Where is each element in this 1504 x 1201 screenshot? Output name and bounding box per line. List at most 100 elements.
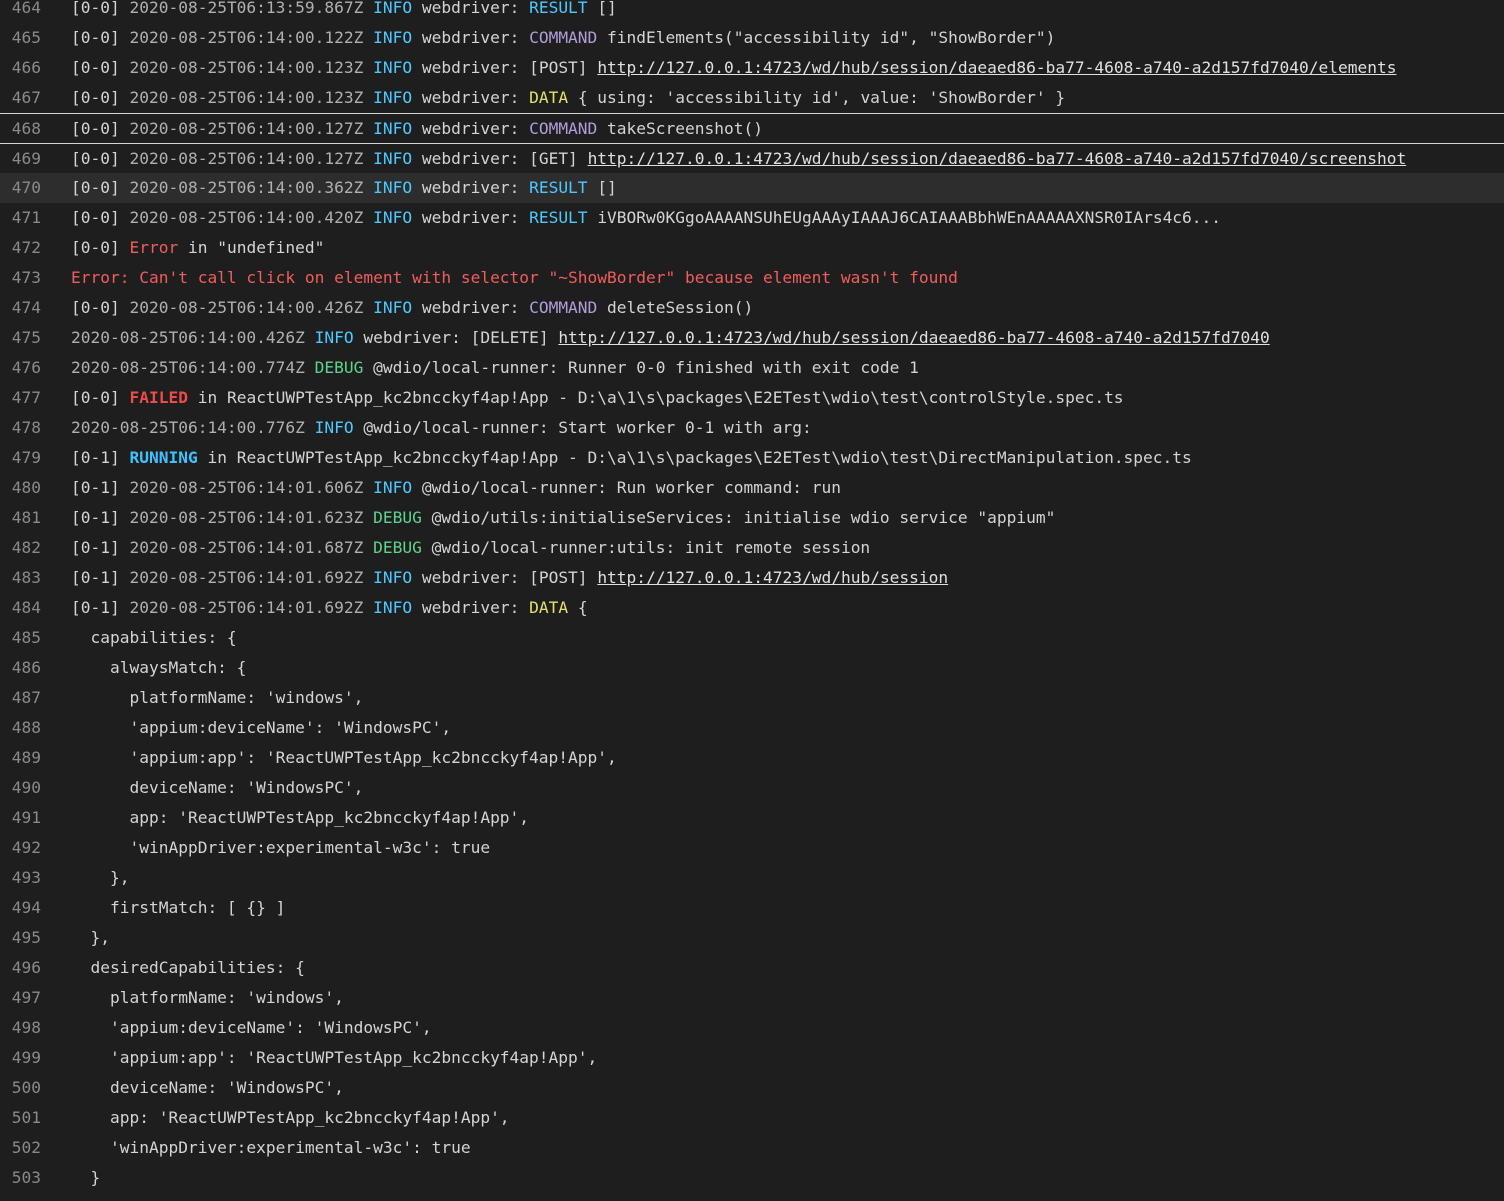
log-line[interactable]: 474 [0-0] 2020-08-25T06:14:00.426Z INFO w… <box>0 293 1504 323</box>
line-number[interactable]: 470 <box>0 173 41 203</box>
line-number[interactable]: 478 <box>0 413 41 443</box>
line-number[interactable]: 494 <box>0 893 41 923</box>
log-token-info: INFO <box>373 0 422 17</box>
line-number[interactable]: 491 <box>0 803 41 833</box>
line-number[interactable]: 472 <box>0 233 41 263</box>
log-line[interactable]: 470 [0-0] 2020-08-25T06:14:00.362Z INFO w… <box>0 173 1504 203</box>
log-line[interactable]: 487 platformName: 'windows', <box>0 683 1504 713</box>
log-token-info: INFO <box>314 418 364 437</box>
line-number[interactable]: 489 <box>0 743 41 773</box>
log-line[interactable]: 471 [0-0] 2020-08-25T06:14:00.420Z INFO w… <box>0 203 1504 233</box>
log-token-text: 'appium:deviceName': 'WindowsPC', <box>71 1018 432 1037</box>
log-line[interactable]: 464 [0-0] 2020-08-25T06:13:59.867Z INFO w… <box>0 0 1504 23</box>
line-number[interactable]: 476 <box>0 353 41 383</box>
line-number[interactable]: 484 <box>0 593 41 623</box>
line-number[interactable]: 483 <box>0 563 41 593</box>
log-line[interactable]: 499 'appium:app': 'ReactUWPTestApp_kc2bn… <box>0 1043 1504 1073</box>
line-number[interactable]: 469 <box>0 144 41 174</box>
log-line[interactable]: 485 capabilities: { <box>0 623 1504 653</box>
log-line-content: 'winAppDriver:experimental-w3c': true <box>71 833 1504 863</box>
line-number[interactable]: 502 <box>0 1133 41 1163</box>
line-number[interactable]: 485 <box>0 623 41 653</box>
line-number[interactable]: 490 <box>0 773 41 803</box>
line-number[interactable]: 471 <box>0 203 41 233</box>
log-line[interactable]: 465 [0-0] 2020-08-25T06:14:00.122Z INFO w… <box>0 23 1504 53</box>
log-line[interactable]: 480 [0-1] 2020-08-25T06:14:01.606Z INFO @… <box>0 473 1504 503</box>
log-line[interactable]: 489 'appium:app': 'ReactUWPTestApp_kc2bn… <box>0 743 1504 773</box>
line-number[interactable]: 467 <box>0 83 41 113</box>
line-number[interactable]: 474 <box>0 293 41 323</box>
log-token-text: platformName: 'windows', <box>71 988 344 1007</box>
line-number[interactable]: 501 <box>0 1103 41 1133</box>
log-line-content: [0-1] 2020-08-25T06:14:01.623Z DEBUG @wd… <box>71 503 1504 533</box>
log-line[interactable]: 497 platformName: 'windows', <box>0 983 1504 1013</box>
log-token-text: deleteSession() <box>607 298 754 317</box>
log-line[interactable]: 493 }, <box>0 863 1504 893</box>
log-line[interactable]: 501 app: 'ReactUWPTestApp_kc2bncckyf4ap!… <box>0 1103 1504 1133</box>
log-line[interactable]: 500 deviceName: 'WindowsPC', <box>0 1073 1504 1103</box>
line-number[interactable]: 500 <box>0 1073 41 1103</box>
log-link[interactable]: http://127.0.0.1:4723/wd/hub/session <box>597 568 948 587</box>
line-number[interactable]: 486 <box>0 653 41 683</box>
line-number[interactable]: 479 <box>0 443 41 473</box>
line-number[interactable]: 503 <box>0 1163 41 1193</box>
line-number[interactable]: 499 <box>0 1043 41 1073</box>
log-line[interactable]: 484 [0-1] 2020-08-25T06:14:01.692Z INFO w… <box>0 593 1504 623</box>
line-number[interactable]: 497 <box>0 983 41 1013</box>
log-line[interactable]: 479 [0-1] RUNNING in ReactUWPTestApp_kc2b… <box>0 443 1504 473</box>
log-line-content: firstMatch: [ {} ] <box>71 893 1504 923</box>
log-line[interactable]: 503 } <box>0 1163 1504 1193</box>
line-number[interactable]: 495 <box>0 923 41 953</box>
log-line[interactable]: 496 desiredCapabilities: { <box>0 953 1504 983</box>
log-line[interactable]: 481 [0-1] 2020-08-25T06:14:01.623Z DEBUG … <box>0 503 1504 533</box>
line-number[interactable]: 475 <box>0 323 41 353</box>
log-line-content: 2020-08-25T06:14:00.774Z DEBUG @wdio/loc… <box>71 353 1504 383</box>
line-number[interactable]: 464 <box>0 0 41 23</box>
log-line[interactable]: 502 'winAppDriver:experimental-w3c': tru… <box>0 1133 1504 1163</box>
log-token-text: { <box>577 598 588 617</box>
line-number[interactable]: 481 <box>0 503 41 533</box>
log-line[interactable]: 492 'winAppDriver:experimental-w3c': tru… <box>0 833 1504 863</box>
line-number[interactable]: 482 <box>0 533 41 563</box>
log-line[interactable]: 491 app: 'ReactUWPTestApp_kc2bncckyf4ap!… <box>0 803 1504 833</box>
log-link[interactable]: http://127.0.0.1:4723/wd/hub/session/dae… <box>588 149 1407 168</box>
log-line[interactable]: 473 Error: Can't call click on element wi… <box>0 263 1504 293</box>
line-number[interactable]: 465 <box>0 23 41 53</box>
log-line[interactable]: 490 deviceName: 'WindowsPC', <box>0 773 1504 803</box>
line-number[interactable]: 477 <box>0 383 41 413</box>
log-line[interactable]: 486 alwaysMatch: { <box>0 653 1504 683</box>
log-link[interactable]: http://127.0.0.1:4723/wd/hub/session/dae… <box>558 328 1269 347</box>
log-line[interactable]: 495 }, <box>0 923 1504 953</box>
log-line[interactable]: 498 'appium:deviceName': 'WindowsPC', <box>0 1013 1504 1043</box>
line-number[interactable]: 468 <box>0 114 41 144</box>
log-line-content: [0-1] 2020-08-25T06:14:01.692Z INFO webd… <box>71 563 1504 593</box>
line-number[interactable]: 493 <box>0 863 41 893</box>
log-viewer[interactable]: 464 [0-0] 2020-08-25T06:13:59.867Z INFO w… <box>0 0 1504 1193</box>
log-line[interactable]: 477 [0-0] FAILED in ReactUWPTestApp_kc2bn… <box>0 383 1504 413</box>
log-link[interactable]: http://127.0.0.1:4723/wd/hub/session/dae… <box>597 58 1396 77</box>
log-line[interactable]: 494 firstMatch: [ {} ] <box>0 893 1504 923</box>
log-token-cmd: COMMAND <box>529 298 608 317</box>
line-number[interactable]: 480 <box>0 473 41 503</box>
line-number[interactable]: 496 <box>0 953 41 983</box>
log-line[interactable]: 467 [0-0] 2020-08-25T06:14:00.123Z INFO w… <box>0 83 1504 113</box>
log-token-text: @wdio/utils:initialiseServices: initiali… <box>431 508 1056 527</box>
log-token-data: DATA <box>529 88 578 107</box>
log-line[interactable]: 475 2020-08-25T06:14:00.426Z INFO webdriv… <box>0 323 1504 353</box>
log-line[interactable]: 469 [0-0] 2020-08-25T06:14:00.127Z INFO w… <box>0 143 1504 173</box>
log-line[interactable]: 466 [0-0] 2020-08-25T06:14:00.123Z INFO w… <box>0 53 1504 83</box>
log-line[interactable]: 482 [0-1] 2020-08-25T06:14:01.687Z DEBUG … <box>0 533 1504 563</box>
line-number[interactable]: 488 <box>0 713 41 743</box>
log-line[interactable]: 483 [0-1] 2020-08-25T06:14:01.692Z INFO w… <box>0 563 1504 593</box>
line-number[interactable]: 498 <box>0 1013 41 1043</box>
log-token-err: Error: Can't call click on element with … <box>71 268 958 287</box>
line-number[interactable]: 492 <box>0 833 41 863</box>
line-number[interactable]: 466 <box>0 53 41 83</box>
log-line[interactable]: 472 [0-0] Error in "undefined" <box>0 233 1504 263</box>
log-line[interactable]: 476 2020-08-25T06:14:00.774Z DEBUG @wdio/… <box>0 353 1504 383</box>
log-line[interactable]: 478 2020-08-25T06:14:00.776Z INFO @wdio/l… <box>0 413 1504 443</box>
line-number[interactable]: 487 <box>0 683 41 713</box>
log-line[interactable]: 468 [0-0] 2020-08-25T06:14:00.127Z INFO w… <box>0 113 1504 143</box>
line-number[interactable]: 473 <box>0 263 41 293</box>
log-line[interactable]: 488 'appium:deviceName': 'WindowsPC', <box>0 713 1504 743</box>
